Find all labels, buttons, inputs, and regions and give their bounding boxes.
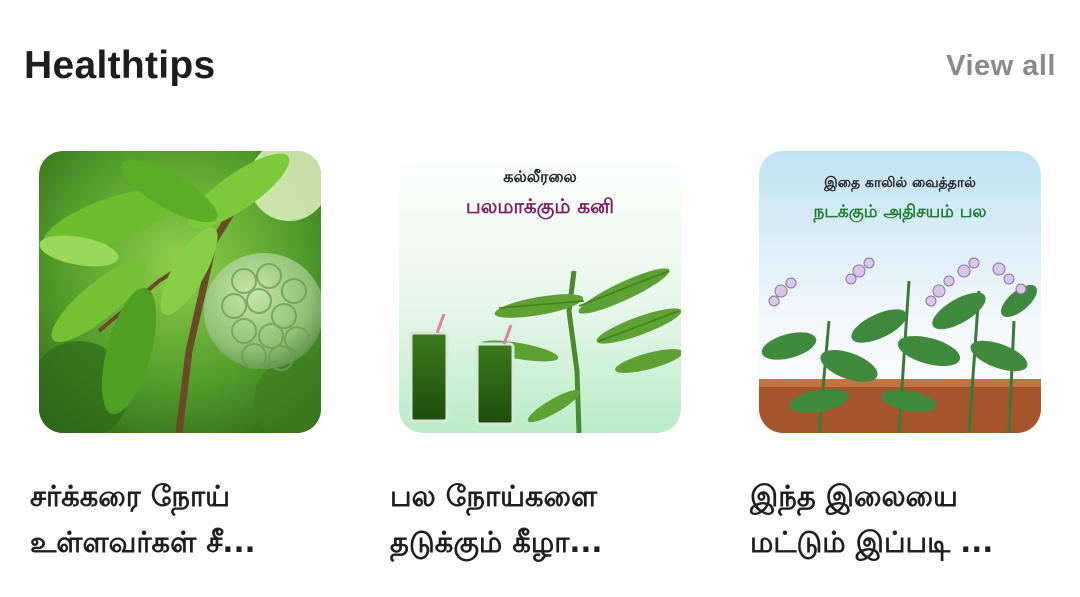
card-title[interactable]: சர்க்கரை நோய் உள்ளவர்கள் சீ... — [30, 473, 330, 565]
image-caption-top: இதை காலில் வைத்தால் — [823, 175, 976, 192]
card-title[interactable]: இந்த இலையை மட்டும் இப்படி ... — [750, 473, 1050, 565]
keezhanelli-juice-photo[interactable]: கல்லீரலை பலமாக்கும் கனி — [399, 151, 681, 433]
section-header: Healthtips View all — [24, 38, 1056, 94]
calotropis-plant-photo[interactable]: இதை காலில் வைத்தால் நடக்கும் அதிசயம் பல — [759, 151, 1041, 433]
section-title: Healthtips — [24, 44, 216, 87]
view-all-link[interactable]: View all — [946, 50, 1056, 83]
healthtip-card[interactable]: இதை காலில் வைத்தால் நடக்கும் அதிசயம் பல — [750, 151, 1050, 591]
card-title-line: உள்ளவர்கள் சீ... — [30, 525, 256, 559]
image-caption-main: பலமாக்கும் கனி — [466, 194, 614, 220]
custard-apple-photo[interactable] — [39, 151, 321, 433]
card-title-line: பல நோய்களை — [390, 479, 598, 513]
card-title-line: சர்க்கரை நோய் — [30, 479, 231, 513]
calotropis-plant-image: இதை காலில் வைத்தால் நடக்கும் அதிசயம் பல — [759, 151, 1041, 433]
healthtips-screen: Healthtips View all சர்க்கரை நோய் உள்ளவர… — [0, 0, 1080, 597]
card-title-line: தடுக்கும் கீழா... — [390, 525, 603, 559]
healthtips-carousel[interactable]: சர்க்கரை நோய் உள்ளவர்கள் சீ... கல்லீரலை … — [0, 151, 1080, 591]
healthtip-card[interactable]: கல்லீரலை பலமாக்கும் கனி பல நோய்களை தடுக்… — [390, 151, 690, 591]
keezhanelli-juice-image: கல்லீரலை பலமாக்கும் கனி — [399, 151, 681, 433]
image-caption-top: கல்லீரலை — [503, 167, 577, 186]
card-title-line: மட்டும் இப்படி ... — [750, 525, 994, 559]
card-title[interactable]: பல நோய்களை தடுக்கும் கீழா... — [390, 473, 690, 565]
card-title-line: இந்த இலையை — [750, 479, 958, 513]
healthtip-card[interactable]: சர்க்கரை நோய் உள்ளவர்கள் சீ... — [30, 151, 330, 591]
previous-section-edge — [0, 0, 1080, 4]
image-caption-main: நடக்கும் அதிசயம் பல — [812, 202, 986, 222]
custard-apple-image — [39, 151, 321, 433]
